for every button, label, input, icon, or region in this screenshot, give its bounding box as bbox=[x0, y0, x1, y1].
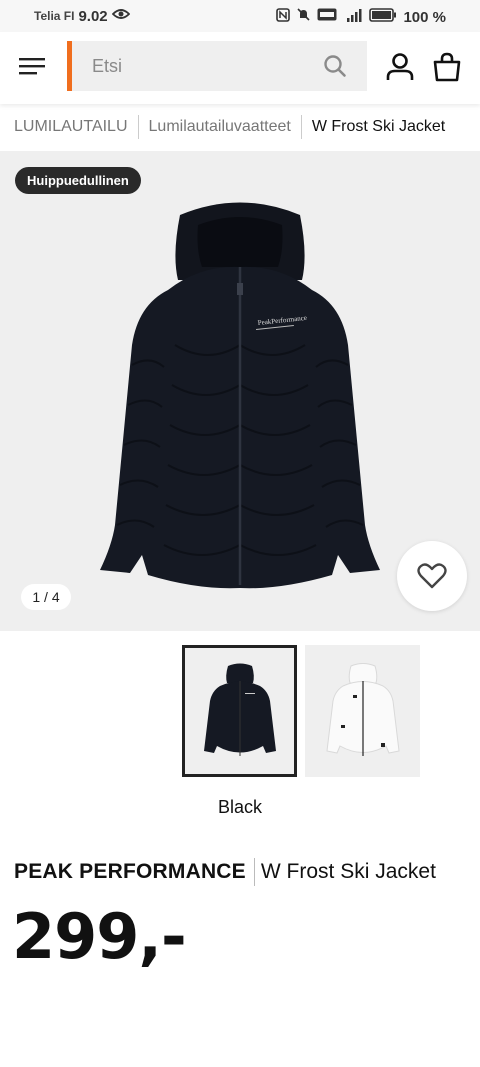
breadcrumb-item-snowboard-clothing[interactable]: Lumilautailuvaatteet bbox=[149, 118, 291, 136]
battery-icon bbox=[369, 7, 397, 27]
product-name: W Frost Ski Jacket bbox=[260, 860, 436, 883]
battery-percentage: 100 % bbox=[403, 8, 446, 26]
search-input[interactable] bbox=[72, 55, 312, 77]
account-button[interactable] bbox=[385, 52, 415, 87]
favorite-button[interactable] bbox=[397, 541, 467, 611]
mute-icon bbox=[296, 7, 311, 27]
deal-badge: Huippuedullinen bbox=[15, 167, 141, 194]
search-icon[interactable] bbox=[323, 54, 347, 83]
image-counter: 1 / 4 bbox=[21, 584, 71, 610]
search-box[interactable] bbox=[67, 41, 367, 91]
menu-button[interactable] bbox=[17, 54, 47, 78]
selected-color-label: Black bbox=[217, 797, 262, 817]
color-variant-thumbnails bbox=[182, 645, 420, 777]
color-variant-white[interactable] bbox=[305, 645, 420, 777]
user-icon bbox=[386, 53, 414, 80]
breadcrumb-divider bbox=[300, 115, 302, 139]
carrier-name: Telia FI bbox=[34, 9, 75, 23]
product-price: 299,- bbox=[12, 900, 187, 973]
status-bar: Telia FI 9.02 100 % bbox=[0, 0, 480, 32]
heart-icon bbox=[417, 563, 447, 589]
breadcrumb-item-current: W Frost Ski Jacket bbox=[311, 118, 446, 135]
product-image[interactable]: PeakPerformance bbox=[80, 195, 400, 595]
product-image-gallery[interactable]: PeakPerformance Huippuedullinen 1 / 4 bbox=[0, 151, 480, 631]
volte-icon bbox=[317, 8, 337, 26]
nfc-icon bbox=[276, 7, 291, 27]
eye-icon bbox=[111, 7, 130, 25]
title-divider bbox=[253, 858, 255, 886]
breadcrumb-divider bbox=[137, 115, 139, 139]
site-header bbox=[0, 32, 480, 104]
clock: 9.02 bbox=[78, 7, 108, 25]
cart-button[interactable] bbox=[432, 52, 462, 87]
hamburger-icon bbox=[19, 58, 45, 75]
color-variant-black[interactable] bbox=[182, 645, 297, 777]
brand-name[interactable]: PEAK PERFORMANCE bbox=[14, 860, 246, 884]
breadcrumb: LUMILAUTAILU Lumilautailuvaatteet W Fros… bbox=[0, 104, 480, 150]
shopping-bag-icon bbox=[433, 52, 461, 82]
product-title: PEAK PERFORMANCE W Frost Ski Jacket bbox=[14, 858, 436, 886]
breadcrumb-item-snowboarding[interactable]: LUMILAUTAILU bbox=[14, 118, 128, 136]
signal-icon bbox=[343, 8, 363, 27]
